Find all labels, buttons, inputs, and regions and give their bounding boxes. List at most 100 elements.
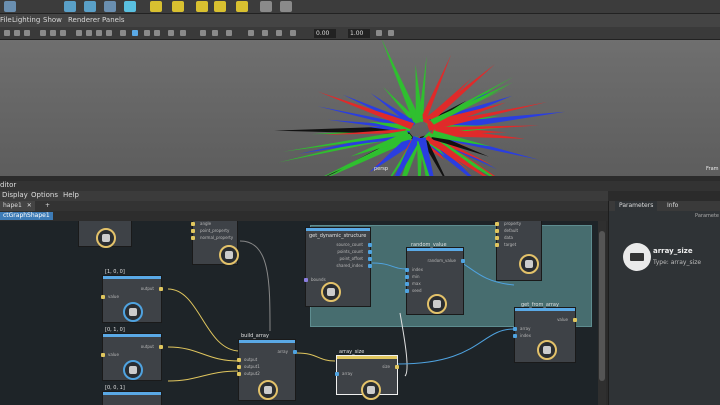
property-node[interactable]: angle point_property normal_property [191,221,239,265]
port-label: max [412,281,421,286]
exposure-field[interactable]: 0.00 [314,29,336,38]
node-icon [258,380,278,400]
node-array-size[interactable]: array_size size array [335,349,399,400]
shelf-tool-icon[interactable] [236,1,248,12]
toolbar-icon[interactable] [376,30,382,36]
toolbar-icon[interactable] [290,30,296,36]
node-icon [219,245,239,265]
3d-viewport[interactable]: persp Fram [0,40,720,176]
port-label: points_count [337,249,363,254]
toolbar-icon[interactable] [262,30,268,36]
port-label: shared_index [336,263,363,268]
node-icon [427,294,447,314]
port-label: output1 [244,364,260,369]
toolbar-icon[interactable] [388,30,394,36]
menu-display[interactable]: Display [2,191,28,199]
node-get-dynamic-structure[interactable]: get_dynamic_structure source_count point… [304,227,372,307]
port-label: value [108,352,119,357]
toolbar-icon[interactable] [226,30,232,36]
gamma-field[interactable]: 1.00 [348,29,370,38]
shelf-tool-icon[interactable] [260,1,272,12]
toolbar-icon[interactable] [180,30,186,36]
shelf-tool-icon[interactable] [84,1,96,12]
menu-options[interactable]: Options [31,191,58,199]
port-label: random_value [427,258,456,263]
node-title: build_array [241,333,269,339]
node-title: [1, 0, 0] [105,269,125,275]
shelf-tool-icon[interactable] [4,1,16,12]
shelf-tool-icon[interactable] [214,1,226,12]
node-icon [96,228,116,248]
tab-graph-shape[interactable]: hape1 ✕ [0,201,35,211]
toolbar-icon[interactable] [4,30,10,36]
port-label: output [140,344,154,349]
menu-renderer[interactable]: Renderer [68,16,100,24]
node-title: random_value [411,242,447,248]
node-icon [321,282,341,302]
shelf-tool-icon[interactable] [104,1,116,12]
toolbar-icon[interactable] [40,30,46,36]
toolbar-icon[interactable] [14,30,20,36]
toolbar-icon[interactable] [120,30,126,36]
port-label: point_property [200,228,230,233]
partial-node[interactable] [78,221,132,248]
menu-help[interactable]: Help [63,191,79,199]
tab-label: hape1 [3,202,22,209]
toolbar-icon[interactable] [276,30,282,36]
menu-file[interactable]: File [0,16,12,24]
add-tab-button[interactable]: + [42,201,53,211]
port-label: array [277,349,289,354]
node-get-from-array[interactable]: get_from_array value array index [513,302,577,363]
toolbar-icon[interactable] [144,30,150,36]
menu-panels[interactable]: Panels [102,16,125,24]
toolbar-icon[interactable] [86,30,92,36]
port-label: min [412,274,420,279]
node-graph-canvas[interactable]: angle point_property normal_property get… [0,221,606,405]
spike [381,40,421,123]
camera-icon [623,243,651,271]
shelf-tool-icon[interactable] [196,1,208,12]
toolbar-icon[interactable] [76,30,82,36]
node-value-blue[interactable]: [0, 0, 1] [102,385,162,405]
toolbar-icon[interactable] [248,30,254,36]
menu-lighting[interactable]: Lighting [12,16,40,24]
shelf-tool-icon[interactable] [280,1,292,12]
node-random-value[interactable]: random_value random_value index min max … [405,242,465,315]
port-label: output [244,357,258,362]
toolbar-icon[interactable] [168,30,174,36]
toolbar-icon[interactable] [106,30,112,36]
graph-scrollbar[interactable] [598,221,606,405]
close-icon[interactable]: ✕ [27,202,32,209]
shelf-toolbar [0,0,720,14]
toolbar-icon[interactable] [132,30,138,36]
port-label: value [557,317,568,322]
toolbar-icon[interactable] [212,30,218,36]
tab-parameters[interactable]: Parameters [615,201,658,211]
shelf-tool-icon[interactable] [150,1,162,12]
node-value-red[interactable]: [1, 0, 0] output value [101,269,163,323]
node-build-array[interactable]: build_array array output output1 output2 [237,333,297,401]
viewport-menubar: File Lighting Show Renderer Panels [0,14,720,27]
shelf-tool-icon[interactable] [124,1,136,12]
property-node-right[interactable]: property default data target [495,221,542,281]
toolbar-icon[interactable] [96,30,102,36]
spike [415,64,423,119]
toolbar-icon[interactable] [24,30,30,36]
node-title: get_dynamic_structure [309,233,367,239]
toolbar-icon[interactable] [154,30,160,36]
scrollbar-thumb[interactable] [599,231,605,381]
tab-info[interactable]: Info [663,201,682,211]
breadcrumb[interactable]: ctGraphShape1 [0,212,53,220]
shelf-tool-icon[interactable] [172,1,184,12]
toolbar-icon[interactable] [60,30,66,36]
port-label: output [140,286,154,291]
node-value-green[interactable]: [0, 1, 0] output value [101,327,163,381]
node-icon [537,340,557,360]
shelf-tool-icon[interactable] [64,1,76,12]
port-label: default [504,228,519,233]
menu-show[interactable]: Show [43,16,62,24]
node-type: Type: array_size [653,259,702,266]
toolbar-icon[interactable] [50,30,56,36]
toolbar-icon[interactable] [200,30,206,36]
params-header: Paramete [609,211,720,221]
